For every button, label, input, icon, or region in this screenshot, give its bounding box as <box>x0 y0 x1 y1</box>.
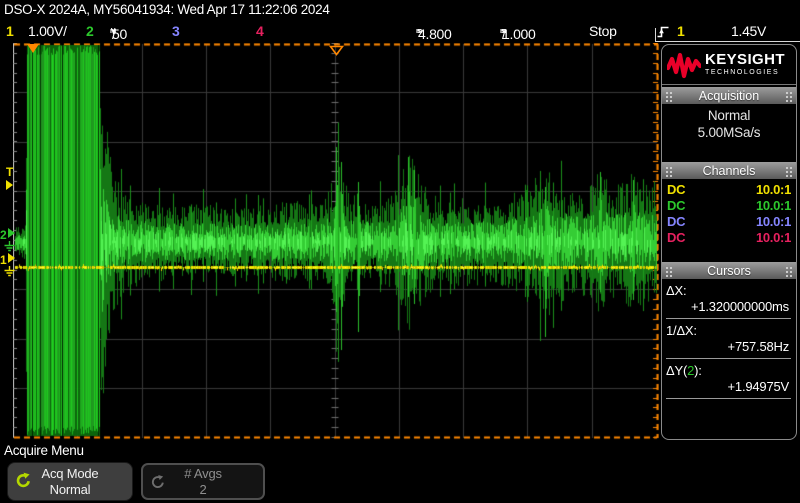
cursor-invdx-label: 1/ΔX: <box>666 323 791 339</box>
probe-ratio: 10.0:1 <box>756 198 791 214</box>
channel-row-1: DC 10.0:1 <box>667 182 791 198</box>
brand-sub: TECHNOLOGIES <box>705 68 785 77</box>
cursor-dy-value: +1.94975V <box>666 379 791 395</box>
ch1-badge[interactable]: 1 <box>6 23 14 39</box>
trigger-section-underline <box>655 41 800 42</box>
run-state: Stop <box>589 23 617 39</box>
separator <box>666 318 791 319</box>
coupling-value: DC <box>667 214 685 230</box>
brand-name: KEYSIGHT <box>705 52 785 68</box>
status-bar: DSO-X 2024A, MY56041934: Wed Apr 17 11:2… <box>0 0 660 20</box>
probe-ratio: 10.0:1 <box>756 230 791 246</box>
channels-header[interactable]: Channels <box>662 162 796 179</box>
sidebar: KEYSIGHT TECHNOLOGIES Acquisition Normal… <box>661 44 797 440</box>
grip-icon <box>785 265 793 277</box>
softkey-acq-mode[interactable]: Acq Mode Normal <box>8 463 132 500</box>
channel-row-2: DC 10.0:1 <box>667 198 791 214</box>
sample-rate-value: 5.00MSa/s <box>662 124 796 141</box>
cursor-dx-label: ΔX: <box>666 283 791 299</box>
grip-icon <box>665 165 673 177</box>
trigger-level-readout[interactable]: 1.45V <box>731 23 766 39</box>
softkey-num-avgs[interactable]: # Avgs 2 <box>141 463 265 500</box>
waveform-area <box>13 43 659 440</box>
separator <box>666 398 791 399</box>
cursors-section: Cursors ΔX: +1.320000000ms 1/ΔX: +757.58… <box>662 262 796 399</box>
coupling-value: DC <box>667 230 685 246</box>
probe-ratio: 10.0:1 <box>756 182 791 198</box>
softkey-value: 2 <box>199 482 206 498</box>
keysight-logo: KEYSIGHT TECHNOLOGIES <box>662 45 796 85</box>
rotate-knob-icon <box>15 472 32 493</box>
trigger-section-divider <box>655 28 656 41</box>
channel-row-3: DC 10.0:1 <box>667 214 791 230</box>
grip-icon <box>665 90 673 102</box>
softkey-value: Normal <box>50 482 91 498</box>
trigger-position-marker[interactable] <box>27 44 39 53</box>
channels-section: Channels DC 10.0:1 DC 10.0:1 DC 10.0:1 D… <box>662 162 796 246</box>
coupling-value: DC <box>667 182 685 198</box>
ch2-arrow-icon <box>8 228 15 238</box>
rotate-knob-icon <box>150 474 166 494</box>
coupling-value: DC <box>667 198 685 214</box>
cursor-invdx-value: +757.58Hz <box>666 339 791 355</box>
device-id-text: DSO-X 2024A, MY56041934: Wed Apr 17 11:2… <box>4 2 330 17</box>
channel-row-4: DC 10.0:1 <box>667 230 791 246</box>
ch1-arrow-icon <box>8 253 15 263</box>
ch1-ground-icon <box>3 265 16 283</box>
acquisition-header[interactable]: Acquisition <box>662 87 796 104</box>
trigger-edge-icon <box>657 25 669 42</box>
trigger-level-label: T <box>6 166 13 178</box>
cursor-dy-label: ΔY(2): <box>666 363 791 379</box>
acquisition-section: Acquisition Normal 5.00MSa/s <box>662 87 796 141</box>
grip-icon <box>785 165 793 177</box>
menu-title: Acquire Menu <box>4 443 84 458</box>
trigger-source[interactable]: 1 <box>677 23 685 39</box>
trigger-level-marker[interactable] <box>6 180 13 190</box>
grip-icon <box>785 90 793 102</box>
ch2-badge[interactable]: 2 <box>86 23 94 39</box>
softkey-label: Acq Mode <box>42 466 99 482</box>
time-reference-marker <box>329 43 344 61</box>
ch4-badge[interactable]: 4 <box>256 23 264 39</box>
info-bar: 1 1.00V/ 2 50mV/ 3 4 4.800ms 1.000ms/ St… <box>0 20 800 43</box>
cursors-header[interactable]: Cursors <box>662 262 796 279</box>
grip-icon <box>665 265 673 277</box>
acq-mode-value: Normal <box>662 107 796 124</box>
waveform-canvas <box>13 43 659 440</box>
cursor-dx-value: +1.320000000ms <box>666 299 791 315</box>
ch3-badge[interactable]: 3 <box>172 23 180 39</box>
ch1-scale-readout[interactable]: 1.00V/ <box>28 23 67 39</box>
probe-ratio: 10.0:1 <box>756 214 791 230</box>
softkey-label: # Avgs <box>184 466 222 482</box>
separator <box>666 358 791 359</box>
keysight-spark-icon <box>667 51 701 79</box>
